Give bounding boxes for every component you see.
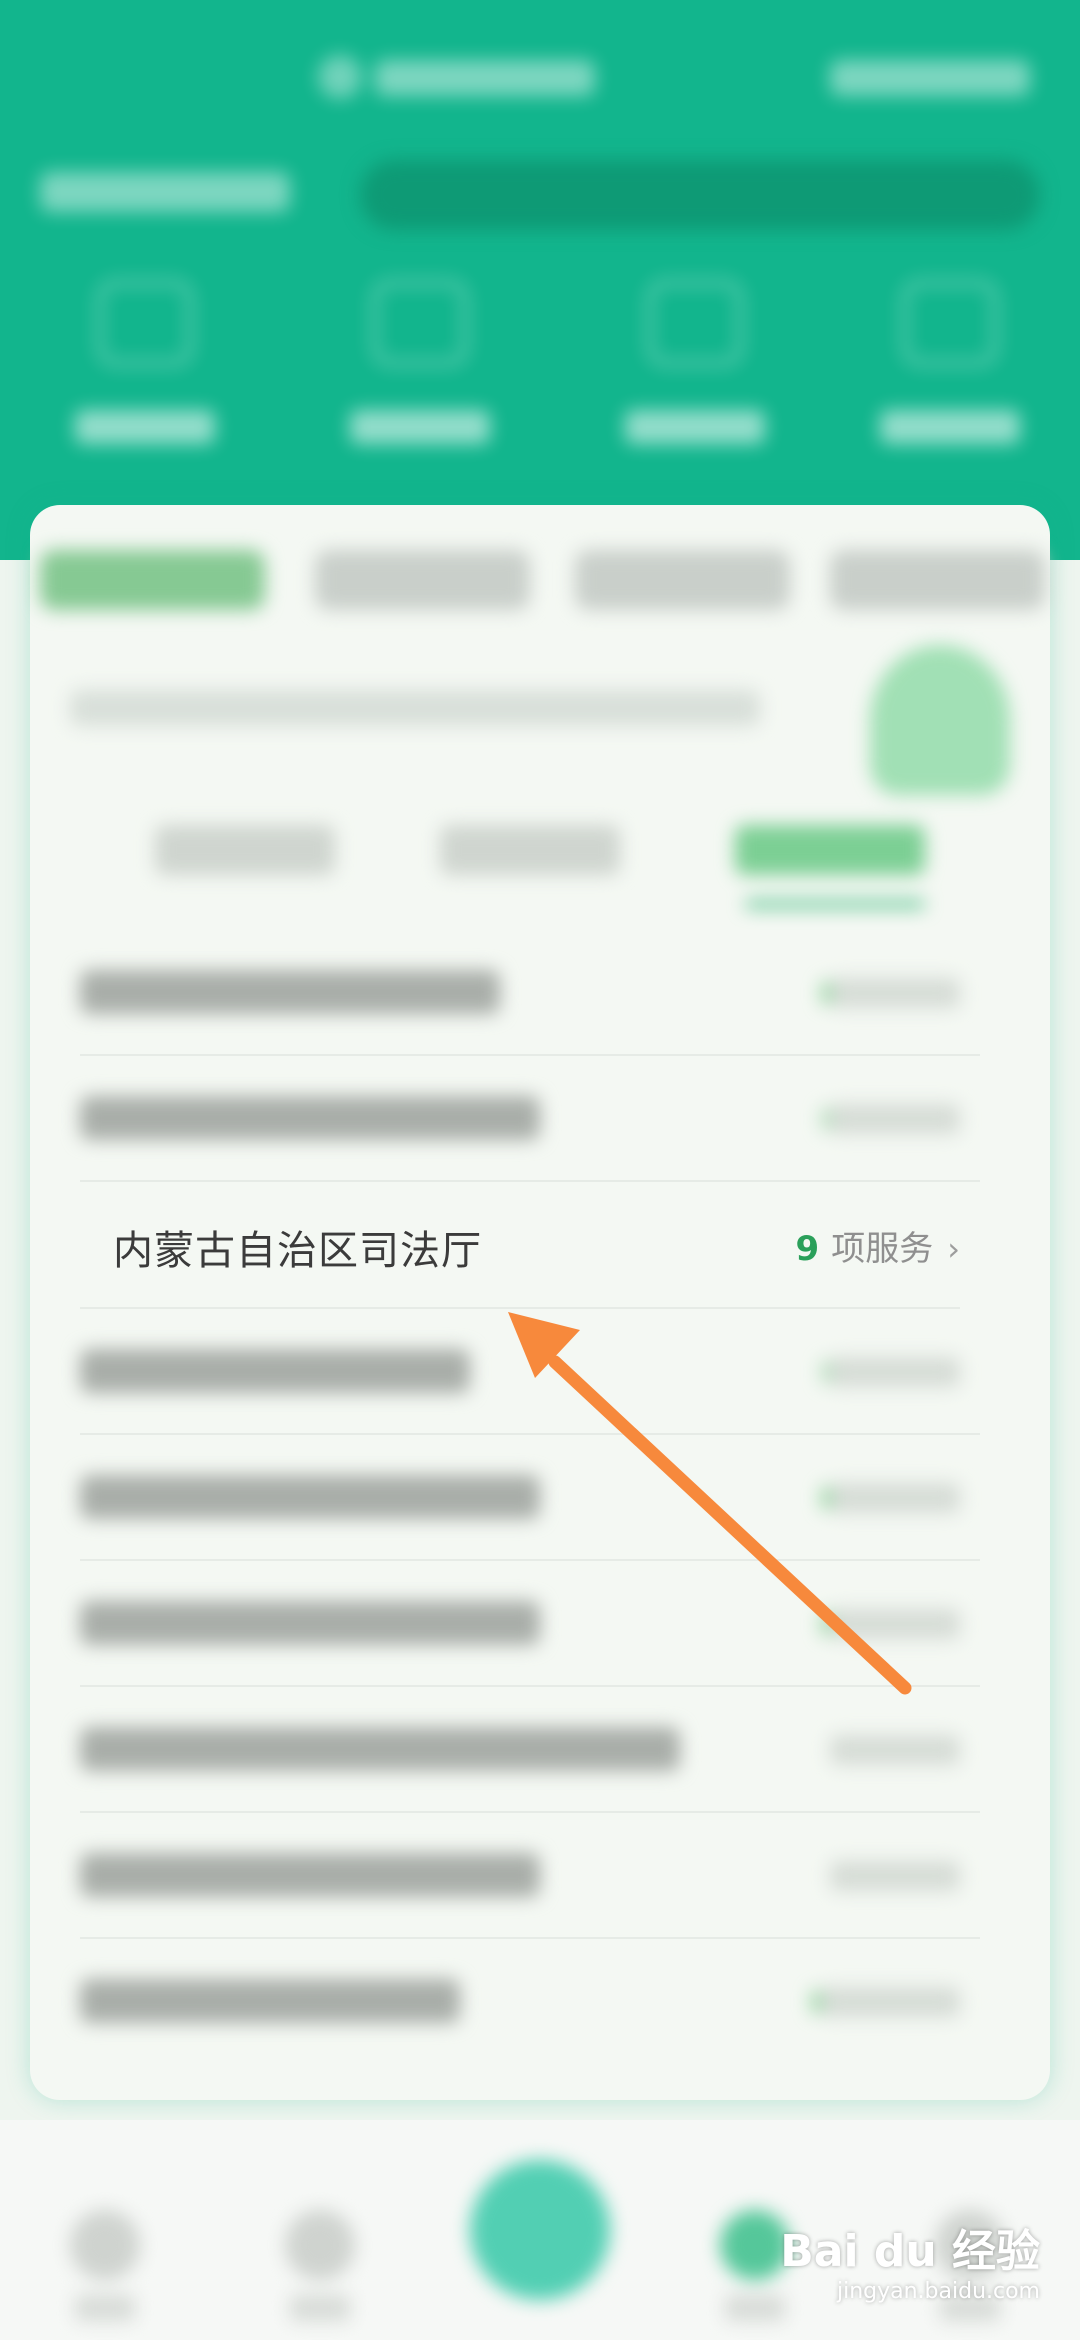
list-item-meta-blurred — [830, 1357, 960, 1387]
list-item[interactable] — [80, 1561, 980, 1687]
chevron-right-icon: › — [947, 1230, 960, 1268]
list-item-judicial-department[interactable]: 内蒙古自治区司法厅 9 项服务 › — [60, 1183, 980, 1309]
quick-entry-icon — [647, 280, 743, 366]
quick-entry-4[interactable] — [860, 270, 1040, 470]
divider — [80, 1180, 980, 1182]
list-item[interactable] — [80, 1435, 980, 1561]
list-item-meta-blurred — [830, 1104, 960, 1134]
nav-label-blurred — [725, 2295, 785, 2321]
list-item[interactable] — [80, 1056, 980, 1182]
tab-corporate-services[interactable] — [440, 825, 620, 875]
list-item-meta-blurred — [830, 1735, 960, 1765]
service-count: 9 — [795, 1229, 820, 1269]
quick-entry-2[interactable] — [330, 270, 510, 470]
nav-center-button[interactable] — [470, 2160, 610, 2300]
list-item-meta: 9 项服务 › — [796, 1221, 960, 1270]
region-selector-blurred[interactable] — [40, 172, 290, 212]
quick-entry-icon — [372, 280, 468, 366]
app-logo-icon — [318, 55, 362, 99]
header-link-blurred[interactable] — [830, 60, 1030, 96]
list-item-title-blurred — [80, 1096, 540, 1140]
list-item-meta-blurred — [820, 1987, 960, 2017]
quick-entry-label-blurred — [880, 410, 1020, 444]
list-item-title-blurred — [80, 1601, 540, 1645]
nav-home-icon[interactable] — [70, 2210, 140, 2280]
list-item[interactable] — [80, 1939, 980, 2065]
list-item[interactable] — [80, 930, 980, 1056]
list-item[interactable] — [80, 1813, 980, 1939]
tab-personal-services[interactable] — [155, 825, 335, 875]
nav-label-blurred — [290, 2295, 350, 2321]
tab-department-services[interactable] — [735, 825, 925, 875]
mascot-illustration — [870, 645, 1010, 795]
list-item-title-blurred — [80, 1475, 540, 1519]
quick-entry-icon — [97, 280, 193, 366]
quick-entry-1[interactable] — [55, 270, 235, 470]
quick-entry-label-blurred — [350, 410, 490, 444]
watermark-url: jingyan.baidu.com — [836, 2279, 1040, 2304]
nav-services-icon[interactable] — [285, 2210, 355, 2280]
notice-text-blurred — [70, 690, 760, 726]
list-item-title: 内蒙古自治区司法厅 — [113, 1228, 482, 1274]
list-item-title-blurred — [80, 970, 500, 1014]
category-tab[interactable] — [315, 550, 530, 610]
category-tab[interactable] — [830, 550, 1045, 610]
app-header — [0, 0, 1080, 560]
quick-entry-label-blurred — [625, 410, 765, 444]
quick-entry-3[interactable] — [605, 270, 785, 470]
nav-label-blurred — [75, 2295, 135, 2321]
list-item[interactable] — [80, 1309, 980, 1435]
list-item-meta-blurred — [830, 1483, 960, 1513]
list-item-meta-blurred — [830, 978, 960, 1008]
list-item-title-blurred — [80, 1727, 680, 1771]
app-title-blurred — [375, 60, 595, 96]
list-item-meta-blurred — [830, 1609, 960, 1639]
watermark-logo-text: Bai du 经验 — [780, 2226, 1040, 2277]
list-item-title-blurred — [80, 1349, 470, 1393]
category-tab[interactable] — [575, 550, 790, 610]
list-item-title-blurred — [80, 1979, 460, 2023]
list-item-meta-blurred — [830, 1861, 960, 1891]
service-count-suffix: 项服务 — [831, 1229, 934, 1269]
tab-active-indicator — [745, 900, 925, 908]
list-item[interactable] — [80, 1687, 980, 1813]
list-item-title-blurred — [80, 1853, 540, 1897]
search-input[interactable] — [360, 160, 1040, 230]
category-tab-active[interactable] — [40, 550, 265, 610]
quick-entry-icon — [902, 280, 998, 366]
watermark: Bai du 经验 jingyan.baidu.com — [780, 2215, 1040, 2304]
quick-entry-label-blurred — [75, 410, 215, 444]
